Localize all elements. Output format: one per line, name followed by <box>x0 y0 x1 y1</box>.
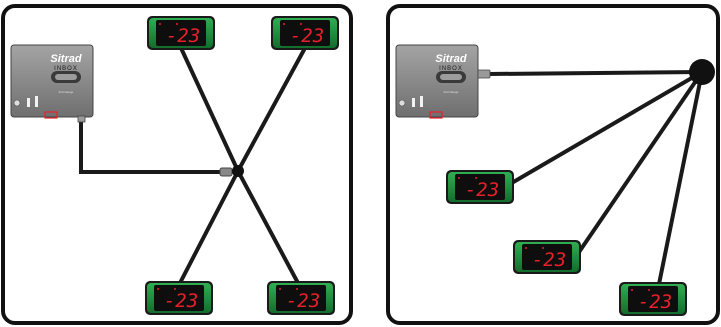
distribution-node <box>689 59 715 85</box>
hub-sublabel: INBOX <box>439 66 463 72</box>
controller-reading: -23 <box>465 179 499 201</box>
controller-bottom-right: -23 <box>267 281 335 315</box>
controller-lower: -23 <box>619 282 687 316</box>
sitrad-inbox-hub: Sitrad INBOX Full Gauge <box>10 44 94 119</box>
controller-top-right: -23 <box>271 16 339 50</box>
right-diagram: Sitrad INBOX Full Gauge -23 -23 -23 <box>386 4 720 325</box>
controller-reading: -23 <box>164 290 198 312</box>
wire-hub-to-node <box>486 70 704 76</box>
hub-port <box>77 115 86 123</box>
hub-led <box>13 99 21 107</box>
controller-reading: -23 <box>290 25 324 47</box>
hub-badge: Full Gauge <box>59 90 74 94</box>
hub-label: Sitrad <box>50 53 81 65</box>
junction-node <box>232 165 244 177</box>
sitrad-inbox-hub: Sitrad INBOX Full Gauge <box>395 44 479 119</box>
controller-reading: -23 <box>286 290 320 312</box>
hub-led <box>398 99 406 107</box>
hub-sublabel: INBOX <box>54 66 78 72</box>
hub-badge: Full Gauge <box>444 90 459 94</box>
hub-label: Sitrad <box>435 53 466 65</box>
controller-reading: -23 <box>532 249 566 271</box>
controller-reading: -23 <box>166 25 200 47</box>
controller-reading: -23 <box>638 291 672 313</box>
network-diagram: Sitrad INBOX Full Gauge -23 -23 -23 -23 <box>1 4 720 325</box>
controller-upper: -23 <box>446 170 514 204</box>
controller-middle: -23 <box>513 240 581 274</box>
controller-top-left: -23 <box>147 16 215 50</box>
left-diagram: Sitrad INBOX Full Gauge -23 -23 -23 -23 <box>1 4 353 325</box>
hub-port <box>477 69 491 79</box>
cable-connector <box>219 167 233 177</box>
controller-bottom-left: -23 <box>145 281 213 315</box>
